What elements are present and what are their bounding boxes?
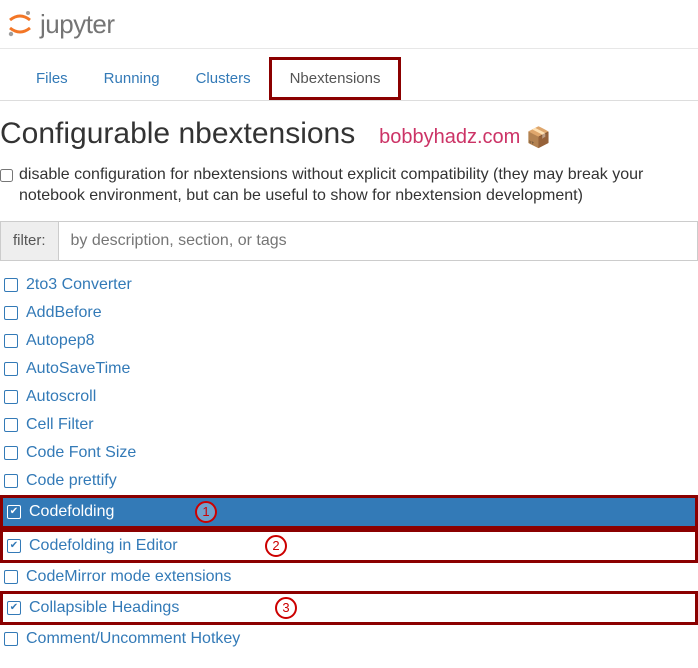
- extensions-list: 2to3 Converter AddBefore Autopep8 AutoSaveT…: [0, 271, 698, 653]
- extension-item[interactable]: AutoSaveTime: [0, 355, 698, 383]
- checkbox-checked-icon[interactable]: [7, 601, 21, 615]
- extension-name: Cell Filter: [26, 416, 94, 434]
- checkbox-unchecked-icon[interactable]: [4, 362, 18, 376]
- extension-name: CodeMirror mode extensions: [26, 568, 231, 586]
- disable-compat-checkbox[interactable]: [0, 169, 13, 182]
- extension-item[interactable]: Code Font Size: [0, 439, 698, 467]
- extension-name: Codefolding in Editor: [29, 537, 178, 555]
- page-title: Configurable nbextensions: [0, 117, 355, 151]
- checkbox-checked-icon[interactable]: [7, 539, 21, 553]
- annotation-badge: 1: [195, 501, 217, 523]
- cube-icon: 📦: [526, 125, 551, 150]
- annotation-badge: 3: [275, 597, 297, 619]
- extension-name: Collapsible Headings: [29, 599, 179, 617]
- checkbox-checked-icon[interactable]: [7, 505, 21, 519]
- disable-compat-row: disable configuration for nbextensions w…: [0, 165, 698, 207]
- filter-label: filter:: [0, 221, 59, 261]
- extension-name: Autoscroll: [26, 388, 96, 406]
- checkbox-unchecked-icon[interactable]: [4, 570, 18, 584]
- extension-name: 2to3 Converter: [26, 276, 132, 294]
- checkbox-unchecked-icon[interactable]: [4, 334, 18, 348]
- tab-files[interactable]: Files: [18, 57, 86, 100]
- tab-clusters[interactable]: Clusters: [178, 57, 269, 100]
- extension-name: Comment/Uncomment Hotkey: [26, 630, 240, 648]
- extension-item[interactable]: Collapsible Headings 3: [0, 591, 698, 625]
- extension-item[interactable]: 2to3 Converter: [0, 271, 698, 299]
- brand-text: jupyter: [40, 9, 115, 40]
- extension-name: Codefolding: [29, 503, 114, 521]
- extension-item[interactable]: Codefolding in Editor 2: [0, 529, 698, 563]
- logo[interactable]: jupyter: [4, 8, 115, 40]
- extension-item[interactable]: Code prettify: [0, 467, 698, 495]
- watermark: bobbyhadz.com 📦: [379, 125, 551, 150]
- jupyter-icon: [4, 8, 36, 40]
- extension-name: Code Font Size: [26, 444, 136, 462]
- extension-name: Autopep8: [26, 332, 95, 350]
- annotation-badge: 2: [265, 535, 287, 557]
- filter-row: filter:: [0, 221, 698, 261]
- extension-name: AutoSaveTime: [26, 360, 130, 378]
- checkbox-unchecked-icon[interactable]: [4, 306, 18, 320]
- checkbox-unchecked-icon[interactable]: [4, 278, 18, 292]
- extension-item[interactable]: Autoscroll: [0, 383, 698, 411]
- checkbox-unchecked-icon[interactable]: [4, 446, 18, 460]
- extension-item[interactable]: Autopep8: [0, 327, 698, 355]
- app-header: jupyter: [0, 0, 698, 49]
- extension-name: Code prettify: [26, 472, 117, 490]
- extension-item[interactable]: Comment/Uncomment Hotkey: [0, 625, 698, 653]
- extension-item[interactable]: AddBefore: [0, 299, 698, 327]
- extension-name: AddBefore: [26, 304, 102, 322]
- checkbox-unchecked-icon[interactable]: [4, 632, 18, 646]
- disable-compat-label: disable configuration for nbextensions w…: [19, 165, 698, 207]
- checkbox-unchecked-icon[interactable]: [4, 390, 18, 404]
- filter-input[interactable]: [59, 221, 698, 261]
- watermark-text: bobbyhadz.com: [379, 126, 520, 149]
- extension-item[interactable]: Cell Filter: [0, 411, 698, 439]
- extension-item[interactable]: Codefolding 1: [0, 495, 698, 529]
- nav-tabs: Files Running Clusters Nbextensions: [0, 49, 698, 101]
- main-content: Configurable nbextensions bobbyhadz.com …: [0, 101, 698, 653]
- tab-nbextensions[interactable]: Nbextensions: [269, 57, 402, 100]
- extension-item[interactable]: CodeMirror mode extensions: [0, 563, 698, 591]
- tab-running[interactable]: Running: [86, 57, 178, 100]
- checkbox-unchecked-icon[interactable]: [4, 418, 18, 432]
- checkbox-unchecked-icon[interactable]: [4, 474, 18, 488]
